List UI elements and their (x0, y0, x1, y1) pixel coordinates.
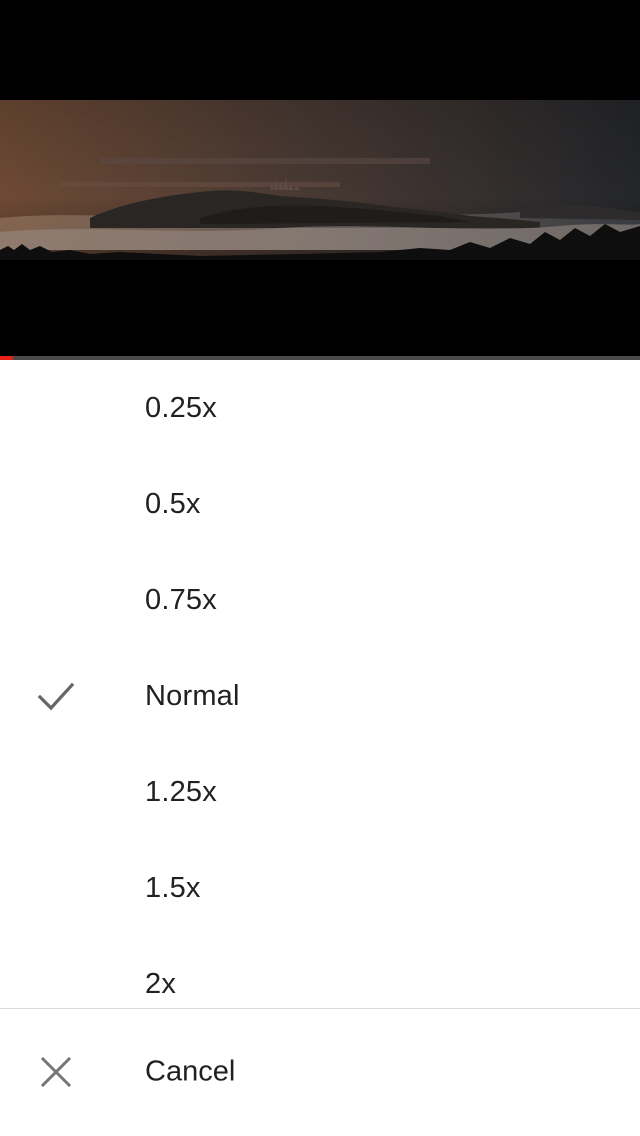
check-icon (37, 682, 75, 711)
video-frame (0, 100, 640, 260)
video-player[interactable] (0, 0, 640, 356)
speed-option-1.25x[interactable]: 1.25x (0, 744, 640, 840)
close-icon (40, 1056, 72, 1088)
speed-option-label: 0.25x (145, 391, 217, 424)
speed-option-0.75x[interactable]: 0.75x (0, 552, 640, 648)
video-thumbnail (0, 100, 640, 260)
speed-option-label: Normal (145, 679, 240, 712)
speed-option-0.5x[interactable]: 0.5x (0, 456, 640, 552)
speed-option-1.5x[interactable]: 1.5x (0, 840, 640, 936)
cancel-label: Cancel (145, 1055, 236, 1088)
playback-speed-sheet: 0.25x 0.5x 0.75x Normal 1.25x 1.5x 2x (0, 360, 640, 1136)
divider (0, 1008, 640, 1009)
speed-option-normal[interactable]: Normal (0, 648, 640, 744)
speed-option-label: 0.5x (145, 487, 201, 520)
speed-option-label: 1.25x (145, 775, 217, 808)
speed-option-label: 0.75x (145, 583, 217, 616)
speed-option-label: 2x (145, 967, 177, 1000)
speed-option-label: 1.5x (145, 871, 201, 904)
speed-option-0.25x[interactable]: 0.25x (0, 360, 640, 456)
speed-option-2x[interactable]: 2x (0, 936, 640, 1032)
cancel-button[interactable]: Cancel (0, 1025, 640, 1119)
